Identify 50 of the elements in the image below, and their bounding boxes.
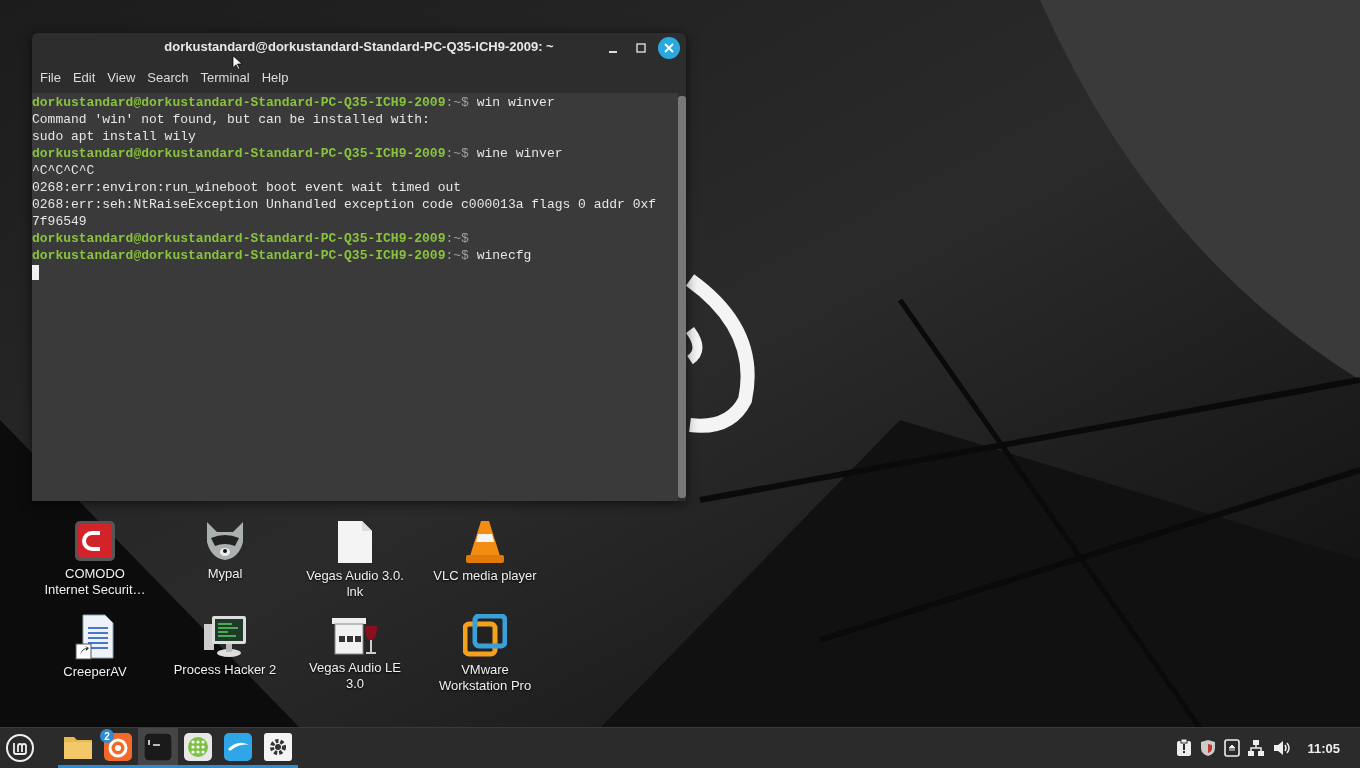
mouse-pointer-icon xyxy=(232,55,243,70)
browser-icon xyxy=(104,732,132,761)
minimize-icon xyxy=(609,51,617,53)
menu-item[interactable]: Help xyxy=(255,65,295,89)
dolphin-icon xyxy=(224,732,252,761)
output-line: 0268:err:seh:NtRaiseException Unhandled exception code c000013a flags 0 addr 0xf xyxy=(32,196,658,213)
settings-icon xyxy=(264,732,292,761)
shield-icon[interactable] xyxy=(1199,739,1218,757)
app-grid-icon xyxy=(184,732,212,761)
comodo-icon xyxy=(74,520,116,562)
prompt-line: dorkustandard@dorkustandard-Standard-PC-Q35-ICH9-2009:~$ xyxy=(32,230,470,247)
traffic-cone-icon xyxy=(464,520,506,564)
computer-monitor-icon xyxy=(202,614,248,658)
prompt-line: dorkustandard@dorkustandard-Standard-PC-Q35-ICH9-2009:~$ winecfg xyxy=(32,247,533,264)
terminal-icon xyxy=(144,732,172,761)
close-button[interactable] xyxy=(658,37,680,59)
desktop-icon-label[interactable]: Mypal xyxy=(207,566,243,582)
document-shortcut-icon xyxy=(75,614,115,660)
prompt-line: dorkustandard@dorkustandard-Standard-PC-Q35-ICH9-2009:~$ wine winver xyxy=(32,145,564,162)
desktop-icon-label[interactable]: VMware Workstation Pro xyxy=(438,662,532,694)
scrollbar-thumb[interactable] xyxy=(678,96,686,498)
menu-item[interactable]: File xyxy=(34,65,67,89)
output-line: Command 'win' not found, but can be installed with: xyxy=(32,111,431,128)
output-line: 7f96549 xyxy=(32,213,88,230)
clock[interactable]: 11:05 xyxy=(1307,740,1340,756)
desktop-icon-label[interactable]: COMODO Internet Securit… xyxy=(44,566,146,598)
overlapping-squares-icon xyxy=(463,614,507,658)
clipboard-alert-icon[interactable] xyxy=(1176,739,1193,757)
text-cursor xyxy=(32,265,39,280)
menu-item[interactable]: Edit xyxy=(66,65,102,89)
desktop-icon-label[interactable]: CreeperAV xyxy=(63,664,127,680)
menu-item[interactable]: Search xyxy=(141,65,195,89)
desktop-icon-label[interactable]: Process Hacker 2 xyxy=(173,662,277,678)
volume-icon[interactable] xyxy=(1272,739,1293,757)
desktop-icon-label[interactable]: Vegas Audio LE 3.0 xyxy=(309,660,401,692)
desktop-icon-label[interactable]: Vegas Audio 3.0. lnk xyxy=(306,568,404,600)
maximize-icon xyxy=(636,43,646,53)
output-line: ^C^C^C^C xyxy=(32,162,96,179)
close-icon xyxy=(664,43,674,53)
window-title: dorkustandard@dorkustandard-Standard-PC-Q35-ICH9-2009: ~ xyxy=(164,38,554,54)
desktop-icon-label[interactable]: VLC media player xyxy=(433,568,537,584)
network-icon[interactable] xyxy=(1247,739,1266,757)
menu-item[interactable]: View xyxy=(101,65,142,89)
output-line: sudo apt install wily xyxy=(32,128,197,145)
output-line: 0268:err:environ:run_wineboot boot event wait timed out xyxy=(32,179,463,196)
notification-badge: 2 xyxy=(100,729,114,743)
prompt-line: dorkustandard@dorkustandard-Standard-PC-Q35-ICH9-2009:~$ win winver xyxy=(32,94,556,111)
menu-item[interactable]: Terminal xyxy=(194,65,256,89)
eject-icon[interactable] xyxy=(1224,739,1241,757)
file-icon xyxy=(337,520,373,564)
